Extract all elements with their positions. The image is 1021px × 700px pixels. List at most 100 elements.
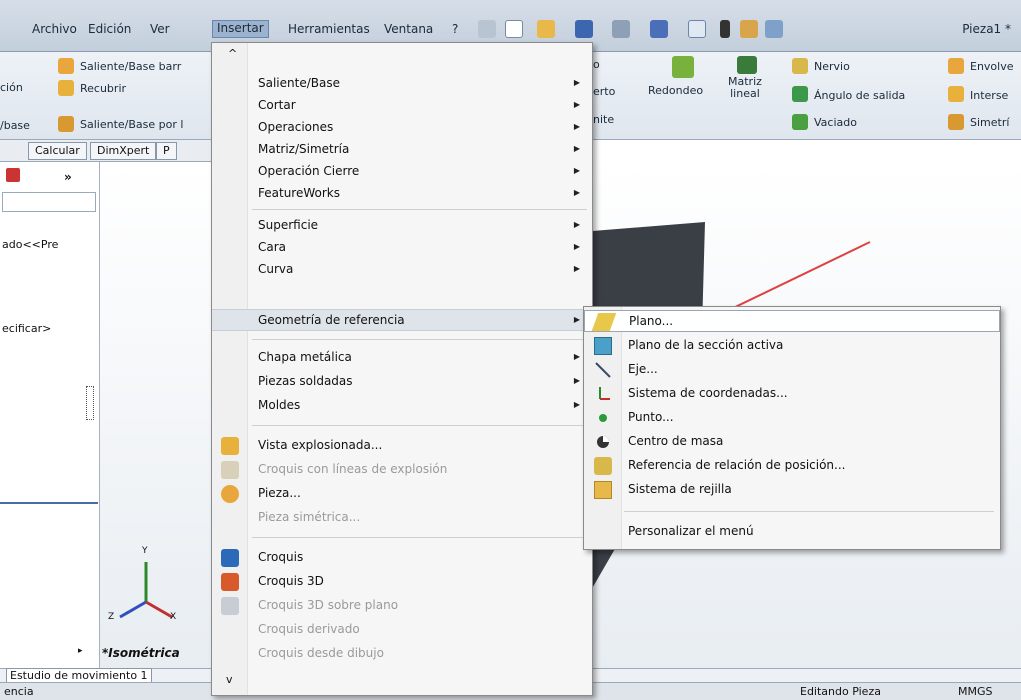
menu-separator: [252, 339, 587, 340]
menu-ayuda[interactable]: ?: [452, 22, 458, 36]
submenu-arrow-icon: ▶: [573, 220, 580, 229]
options-icon[interactable]: [740, 20, 758, 38]
menu-item-label: Operación Cierre: [258, 164, 360, 178]
menu-item-label: Pieza simétrica...: [258, 510, 361, 524]
submenu-item-centro-masa[interactable]: Centro de masa: [584, 431, 1000, 453]
splitter-handle[interactable]: [86, 386, 94, 420]
menu-item-geometria-de-referencia[interactable]: Geometría de referencia ▶: [212, 309, 592, 331]
submenu-arrow-icon: ▶: [573, 400, 580, 409]
menu-item-operacion-cierre[interactable]: Operación Cierre ▶: [212, 161, 592, 183]
draft-label[interactable]: Ángulo de salida: [814, 89, 905, 102]
swept-boss-label[interactable]: Saliente/Base barr: [80, 60, 181, 73]
new-document-icon[interactable]: [505, 20, 523, 38]
submenu-item-label: Sistema de coordenadas...: [628, 386, 788, 400]
menu-item-label: Operaciones: [258, 120, 334, 134]
boundary-boss-icon[interactable]: [58, 116, 74, 132]
menu-herramientas[interactable]: Herramientas: [288, 22, 370, 36]
ribbon-cut-label-1[interactable]: ción: [0, 81, 23, 94]
submenu-item-referencia-relacion-posicion[interactable]: Referencia de relación de posición...: [584, 455, 1000, 477]
menu-item-saliente-base[interactable]: Saliente/Base ▶: [212, 73, 592, 95]
boundary-boss-label[interactable]: Saliente/Base por l: [80, 118, 183, 131]
loft-icon[interactable]: [58, 80, 74, 96]
expand-panel-icon[interactable]: »: [64, 170, 72, 184]
active-section-plane-icon: [594, 337, 612, 355]
traffic-light-icon[interactable]: [720, 20, 730, 38]
rib-icon[interactable]: [792, 58, 808, 74]
menu-edicion[interactable]: Edición: [88, 22, 131, 36]
submenu-item-punto[interactable]: Punto...: [584, 407, 1000, 429]
menu-item-moldes[interactable]: Moldes ▶: [212, 395, 592, 417]
open-folder-icon[interactable]: [537, 20, 555, 38]
menu-item-operaciones[interactable]: Operaciones ▶: [212, 117, 592, 139]
menu-item-label: Saliente/Base: [258, 76, 340, 90]
submenu-item-personalizar-menu[interactable]: Personalizar el menú: [584, 521, 1000, 543]
submenu-item-label: Punto...: [628, 410, 674, 424]
menu-item-superficie[interactable]: Superficie ▶: [212, 215, 592, 237]
menu-item-pieza[interactable]: Pieza...: [212, 483, 592, 505]
submenu-item-sistema-coordenadas[interactable]: Sistema de coordenadas...: [584, 383, 1000, 405]
exploded-view-icon: [221, 437, 239, 455]
undo-icon[interactable]: [650, 20, 668, 38]
axis-x-label: X: [170, 612, 177, 622]
pin-icon[interactable]: [478, 20, 496, 38]
menu-archivo[interactable]: Archivo: [32, 22, 77, 36]
menu-item-chapa-metalica[interactable]: Chapa metálica ▶: [212, 347, 592, 369]
print-icon[interactable]: [612, 20, 630, 38]
menu-item-piezas-soldadas[interactable]: Piezas soldadas ▶: [212, 371, 592, 393]
menu-item-croquis[interactable]: Croquis: [212, 547, 592, 569]
menu-insertar[interactable]: Insertar: [212, 20, 269, 38]
mirror-icon[interactable]: [948, 114, 964, 130]
rib-label[interactable]: Nervio: [814, 60, 850, 73]
feature-tree-icon[interactable]: [6, 168, 20, 182]
submenu-item-eje[interactable]: Eje...: [584, 359, 1000, 381]
draft-icon[interactable]: [792, 86, 808, 102]
fillet-icon[interactable]: [672, 56, 694, 78]
tree-text-2[interactable]: ecificar>: [2, 322, 51, 335]
submenu-item-label: Plano de la sección activa: [628, 338, 784, 352]
swept-boss-icon[interactable]: [58, 58, 74, 74]
wrap-label[interactable]: Envolve: [970, 60, 1014, 73]
mirror-label[interactable]: Simetrí: [970, 116, 1009, 129]
shell-label[interactable]: Vaciado: [814, 116, 857, 129]
select-icon[interactable]: [688, 20, 706, 38]
wrap-icon[interactable]: [948, 58, 964, 74]
tree-text-1[interactable]: ado<<Pre: [2, 238, 58, 251]
menu-item-cortar[interactable]: Cortar ▶: [212, 95, 592, 117]
linear-pattern-label[interactable]: Matriz lineal: [728, 76, 762, 100]
submenu-item-plano[interactable]: Plano...: [584, 310, 1000, 332]
menu-item-vista-explosionada[interactable]: Vista explosionada...: [212, 435, 592, 457]
menu-item-croquis-3d[interactable]: Croquis 3D: [212, 571, 592, 593]
fillet-label[interactable]: Redondeo: [648, 84, 703, 97]
menu-item-matriz-simetria[interactable]: Matriz/Simetría ▶: [212, 139, 592, 161]
loft-label[interactable]: Recubrir: [80, 82, 126, 95]
submenu-item-label: Centro de masa: [628, 434, 724, 448]
shell-icon[interactable]: [792, 114, 808, 130]
scroll-right-arrow[interactable]: ▸: [78, 646, 83, 656]
menu-scroll-up-arrow[interactable]: ^: [228, 47, 237, 60]
ribbon-mid-cut-1[interactable]: o: [593, 58, 600, 71]
menu-item-cara[interactable]: Cara ▶: [212, 237, 592, 259]
intersect-icon[interactable]: [948, 86, 964, 102]
filter-field[interactable]: [2, 192, 96, 212]
ribbon-mid-cut-2[interactable]: erto: [593, 85, 615, 98]
submenu-item-sistema-rejilla[interactable]: Sistema de rejilla: [584, 479, 1000, 501]
menu-scroll-down-arrow[interactable]: v: [226, 673, 233, 686]
window-icon[interactable]: [765, 20, 783, 38]
save-icon[interactable]: [575, 20, 593, 38]
ribbon-mid-cut-3[interactable]: nite: [593, 113, 614, 126]
menu-item-label: Vista explosionada...: [258, 438, 383, 452]
linear-pattern-icon[interactable]: [737, 56, 757, 74]
menu-ventana[interactable]: Ventana: [384, 22, 433, 36]
menu-item-curva[interactable]: Curva ▶: [212, 259, 592, 281]
ribbon-cut-label-2[interactable]: /base: [0, 119, 30, 132]
tab-motion-study[interactable]: Estudio de movimiento 1: [6, 668, 152, 683]
tab-dimxpert[interactable]: DimXpert: [90, 142, 157, 160]
status-units-text[interactable]: MMGS: [958, 685, 993, 698]
tab-calcular[interactable]: Calcular: [28, 142, 87, 160]
menu-ver[interactable]: Ver: [150, 22, 170, 36]
tab-p[interactable]: P: [156, 142, 177, 160]
menu-item-featureworks[interactable]: FeatureWorks ▶: [212, 183, 592, 205]
axis-icon: [594, 361, 612, 379]
intersect-label[interactable]: Interse: [970, 89, 1008, 102]
submenu-item-plano-seccion-activa[interactable]: Plano de la sección activa: [584, 335, 1000, 357]
